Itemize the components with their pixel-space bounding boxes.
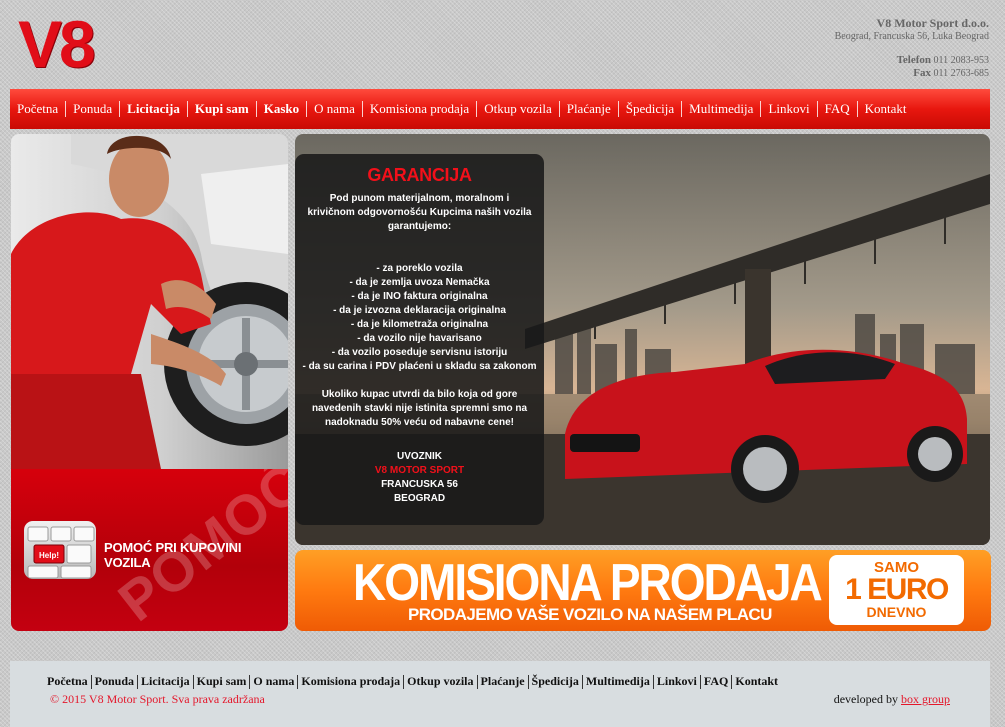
contact-phones: Telefon 011 2083-953 Fax 011 2763-685 xyxy=(897,54,989,80)
price-value: 1 EURO xyxy=(845,573,949,606)
list-item: - da vozilo poseduje servisnu istoriju xyxy=(331,347,508,358)
nav-spedicija[interactable]: Špedicija xyxy=(619,101,681,117)
fax-number: 011 2763-685 xyxy=(933,68,989,79)
footer-nav-licitacija[interactable]: Licitacija xyxy=(138,674,193,689)
nav-komisiona-prodaja[interactable]: Komisiona prodaja xyxy=(363,101,476,117)
importer-name: V8 MOTOR SPORT xyxy=(374,465,465,476)
footer-nav-otkup-vozila[interactable]: Otkup vozila xyxy=(404,674,476,689)
list-item: - za poreklo vozila xyxy=(376,263,463,274)
mechanic-photo xyxy=(11,134,288,469)
footer-nav: Početna Ponuda Licitacija Kupi sam O nam… xyxy=(44,674,781,689)
help-key-text: Help! xyxy=(39,551,59,560)
footer-nav-o-nama[interactable]: O nama xyxy=(250,674,297,689)
guarantee-title: GARANCIJA xyxy=(367,165,472,185)
consignment-title: KOMISIONA PRODAJA xyxy=(353,553,823,612)
guarantee-list: - za poreklo vozila - da je zemlja uvoza… xyxy=(295,262,544,374)
company-name: V8 Motor Sport d.o.o. xyxy=(876,16,989,30)
list-item: - da je izvozna deklaracija originalna xyxy=(333,305,506,316)
footer-nav-placanje[interactable]: Plaćanje xyxy=(478,674,528,689)
nav-otkup-vozila[interactable]: Otkup vozila xyxy=(477,101,559,117)
developer-link[interactable]: box group xyxy=(901,692,950,706)
price-bottom: DNEVNO xyxy=(866,604,927,620)
footer: Početna Ponuda Licitacija Kupi sam O nam… xyxy=(10,661,990,727)
footer-nav-kupi-sam[interactable]: Kupi sam xyxy=(194,674,250,689)
footer-nav-spedicija[interactable]: Špedicija xyxy=(529,674,582,689)
importer-street: FRANCUSKA 56 xyxy=(381,479,458,490)
guarantee-box: GARANCIJA Pod punom materijalnom, moraln… xyxy=(295,154,544,525)
copyright: © 2015 V8 Motor Sport. Sva prava zadržan… xyxy=(50,692,265,706)
phone-label: Telefon xyxy=(896,54,932,66)
nav-kasko[interactable]: Kasko xyxy=(257,101,306,117)
nav-linkovi[interactable]: Linkovi xyxy=(761,101,816,117)
footer-nav-pocetna[interactable]: Početna xyxy=(44,674,91,689)
nav-placanje[interactable]: Plaćanje xyxy=(560,101,618,117)
help-panel-label[interactable]: POMOĆ PRI KUPOVINI VOZILA xyxy=(104,540,288,570)
nav-faq[interactable]: FAQ xyxy=(818,101,857,117)
company-address: Beograd, Francuska 56, Luka Beograd xyxy=(834,31,989,42)
footer-nav-komisiona-prodaja[interactable]: Komisiona prodaja xyxy=(298,674,403,689)
consignment-banner[interactable]: KOMISIONA PRODAJA PRODAJEMO VAŠE VOZILO … xyxy=(295,550,991,631)
nav-multimedija[interactable]: Multimedija xyxy=(682,101,760,117)
consignment-subtitle: PRODAJEMO VAŠE VOZILO NA NAŠEM PLACU xyxy=(408,605,772,624)
guarantee-claim: Ukoliko kupac utvrdi da bilo koja od gor… xyxy=(311,389,528,428)
nav-o-nama[interactable]: O nama xyxy=(307,101,362,117)
mechanic-illustration xyxy=(11,134,288,469)
developed-by: developed by box group xyxy=(834,692,950,707)
importer-label: UVOZNIK xyxy=(397,451,442,462)
footer-nav-ponuda[interactable]: Ponuda xyxy=(92,674,137,689)
main-nav: Početna Ponuda Licitacija Kupi sam Kasko… xyxy=(10,89,990,129)
guarantee-intro: Pod punom materijalnom, moralnom i krivi… xyxy=(307,193,532,232)
nav-kontakt[interactable]: Kontakt xyxy=(858,101,914,117)
site-logo[interactable]: V8 xyxy=(18,8,96,80)
list-item: - da vozilo nije havarisano xyxy=(357,333,482,344)
keyboard-help-icon: Help! xyxy=(24,521,96,579)
developed-by-label: developed by xyxy=(833,692,898,706)
list-item: - da je zemlja uvoza Nemačka xyxy=(349,277,490,288)
help-panel[interactable]: POMOĆ Help! POMOĆ PRI KUPOVINI VOZILA xyxy=(11,469,288,631)
list-item: - da je INO faktura originalna xyxy=(351,291,488,302)
list-item: - da je kilometraža originalna xyxy=(350,319,489,330)
fax-label: Fax xyxy=(913,67,932,79)
nav-licitacija[interactable]: Licitacija xyxy=(120,101,187,117)
company-info: V8 Motor Sport d.o.o. Beograd, Francuska… xyxy=(835,16,989,42)
list-item: - da su carina i PDV plaćeni u skladu sa… xyxy=(302,361,537,372)
footer-nav-multimedija[interactable]: Multimedija xyxy=(583,674,653,689)
nav-pocetna[interactable]: Početna xyxy=(10,101,65,117)
footer-nav-faq[interactable]: FAQ xyxy=(701,674,731,689)
nav-kupi-sam[interactable]: Kupi sam xyxy=(188,101,256,117)
price-badge: SAMO 1 EURO DNEVNO xyxy=(829,555,964,625)
footer-nav-linkovi[interactable]: Linkovi xyxy=(654,674,700,689)
footer-nav-kontakt[interactable]: Kontakt xyxy=(732,674,781,689)
nav-ponuda[interactable]: Ponuda xyxy=(66,101,119,117)
phone-number: 011 2083-953 xyxy=(933,55,989,66)
importer-city: BEOGRAD xyxy=(393,493,446,504)
